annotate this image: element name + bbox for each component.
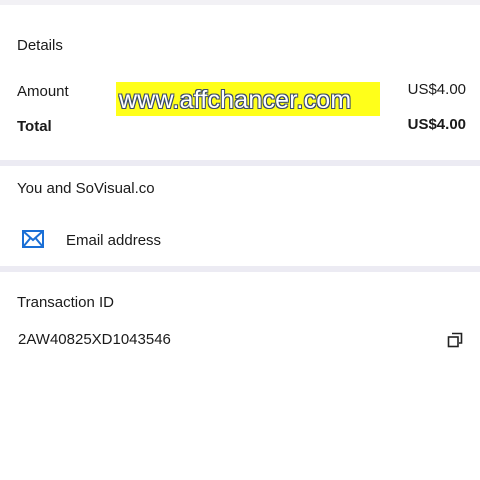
watermark-text: www.affchancer.com [119,86,352,114]
amount-value: US$4.00 [407,81,466,98]
top-divider [0,0,480,5]
section-divider [0,160,480,166]
total-label: Total [17,118,52,135]
transaction-id-heading: Transaction ID [17,294,114,311]
section-divider [0,266,480,272]
copy-icon[interactable] [447,332,463,348]
watermark-banner: www.affchancer.com [116,82,380,116]
envelope-icon [22,230,44,248]
contact-heading: You and SoVisual.co [17,180,155,197]
transaction-details-screen: Details Amount US$4.00 Total US$4.00 www… [0,0,480,480]
details-heading: Details [17,37,63,54]
total-value: US$4.00 [407,116,466,133]
transaction-id-value: 2AW40825XD1043546 [18,331,171,348]
email-address-label: Email address [66,232,162,249]
amount-label: Amount [17,83,69,100]
